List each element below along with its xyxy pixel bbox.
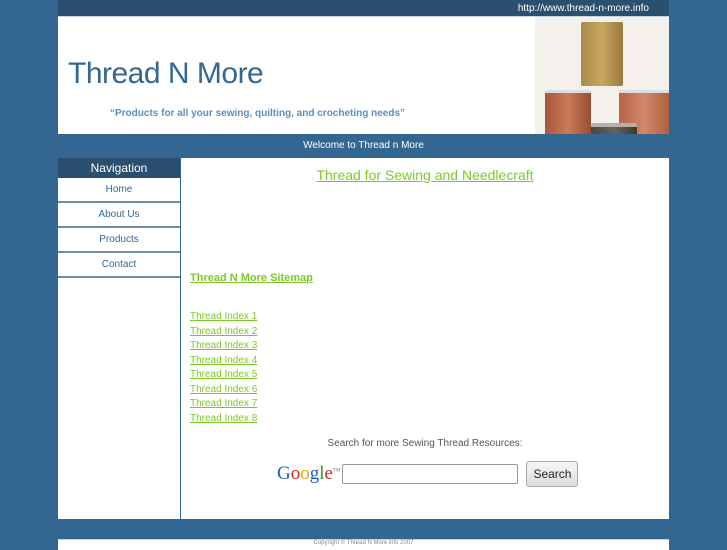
- welcome-bar: Welcome to Thread n More: [303, 140, 424, 151]
- google-search-form: GoogleTM Search: [277, 461, 579, 487]
- spool-copper-left: [545, 90, 591, 134]
- thread-spools-image: [535, 17, 669, 134]
- thread-index-link-7[interactable]: Thread Index 7: [190, 397, 257, 412]
- copyright-text: Copyright © Thread N More.info 2007: [313, 540, 414, 546]
- nav-products[interactable]: Products: [58, 228, 180, 253]
- thread-index-link-8[interactable]: Thread Index 8: [190, 412, 257, 427]
- spool-dark-grey: [591, 123, 637, 134]
- search-label: Search for more Sewing Thread Resources:: [327, 438, 523, 449]
- thread-index-link-6[interactable]: Thread Index 6: [190, 383, 257, 398]
- main-title-link[interactable]: Thread for Sewing and Needlecraft: [316, 167, 533, 183]
- thread-index-list: Thread Index 1 Thread Index 2 Thread Ind…: [190, 310, 257, 426]
- tagline: “Products for all your sewing, quilting,…: [110, 108, 406, 119]
- nav-home[interactable]: Home: [58, 178, 180, 203]
- search-button[interactable]: Search: [526, 461, 579, 487]
- thread-index-link-5[interactable]: Thread Index 5: [190, 368, 257, 383]
- content-row: Navigation Home About Us Products Contac…: [58, 158, 669, 519]
- header-banner: Thread N More “Products for all your sew…: [58, 17, 669, 134]
- google-logo: GoogleTM: [277, 463, 341, 484]
- nav-about-us[interactable]: About Us: [58, 203, 180, 228]
- sitemap-link[interactable]: Thread N More Sitemap: [190, 272, 313, 284]
- thread-index-link-4[interactable]: Thread Index 4: [190, 354, 257, 369]
- navigation-heading: Navigation: [58, 158, 180, 178]
- thread-index-link-3[interactable]: Thread Index 3: [190, 339, 257, 354]
- spool-gold: [581, 22, 623, 86]
- thread-index-link-2[interactable]: Thread Index 2: [190, 325, 257, 340]
- page-container: http://www.thread-n-more.info Thread N M…: [58, 0, 669, 519]
- main-content: Thread for Sewing and Needlecraft Thread…: [181, 158, 669, 519]
- search-input[interactable]: [342, 464, 519, 484]
- site-title: Thread N More: [68, 57, 264, 90]
- thread-index-link-1[interactable]: Thread Index 1: [190, 310, 257, 325]
- top-bar: http://www.thread-n-more.info: [58, 0, 669, 17]
- site-url: http://www.thread-n-more.info: [517, 3, 649, 14]
- sidebar: Navigation Home About Us Products Contac…: [58, 158, 181, 519]
- nav-contact[interactable]: Contact: [58, 253, 180, 278]
